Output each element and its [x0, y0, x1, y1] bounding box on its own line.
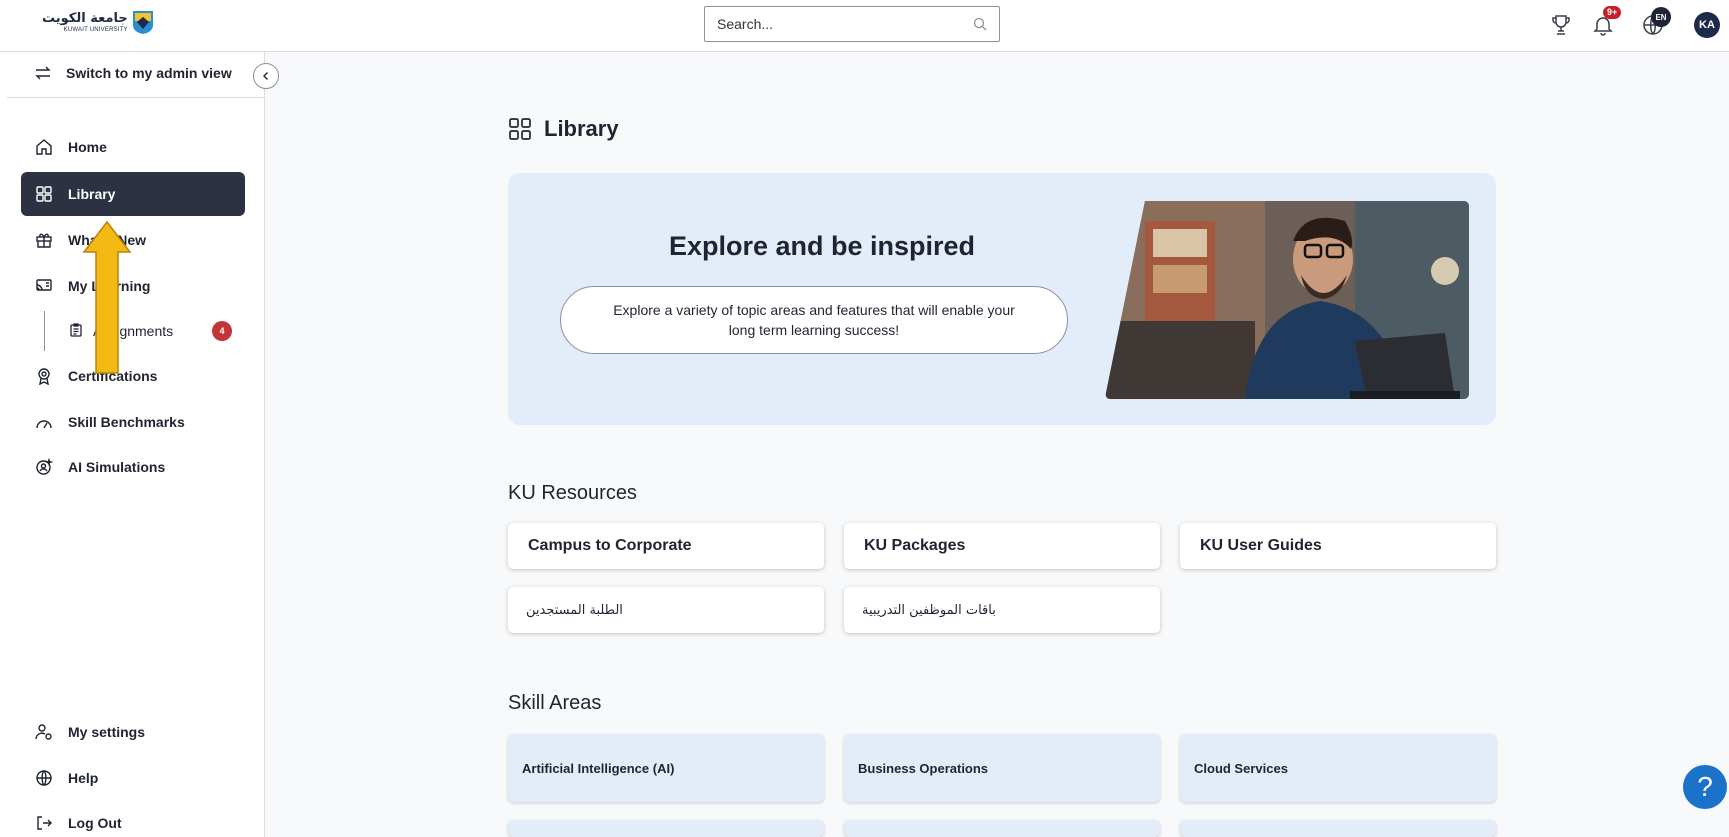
help-globe-icon — [35, 769, 53, 787]
home-icon — [35, 138, 53, 156]
collapse-sidebar-button[interactable] — [253, 63, 279, 89]
sidebar-item-label: Skill Benchmarks — [68, 414, 185, 430]
search-icon[interactable] — [973, 17, 987, 31]
skill-card-artificial-intelligence[interactable]: Artificial Intelligence (AI) — [508, 734, 824, 802]
university-crest-icon — [132, 11, 153, 34]
sidebar-item-home[interactable]: Home — [21, 125, 245, 169]
clipboard-icon — [69, 322, 83, 340]
profile-button[interactable]: KA — [1691, 9, 1723, 41]
card-ku-user-guides[interactable]: KU User Guides — [1180, 523, 1496, 569]
sidebar-item-library[interactable]: Library — [21, 172, 245, 216]
sidebar-item-label: Library — [68, 186, 116, 202]
hero-photo-man-with-laptop — [1105, 201, 1469, 399]
logo-english-text: KUWAIT UNIVERSITY — [63, 26, 128, 33]
university-logo[interactable]: جامعة الكويت KUWAIT UNIVERSITY — [42, 9, 154, 35]
skill-card-cloud-services[interactable]: Cloud Services — [1180, 734, 1496, 802]
language-badge: EN — [1651, 7, 1671, 27]
card-new-students[interactable]: الطلبة المستجدين — [508, 587, 824, 633]
swap-arrows-icon — [35, 66, 51, 80]
card-ku-packages[interactable]: KU Packages — [844, 523, 1160, 569]
sidebar-item-my-learning[interactable]: My Learning — [21, 264, 245, 308]
question-mark-icon: ? — [1697, 771, 1713, 802]
hero-banner: Explore and be inspired Explore a variet… — [508, 173, 1496, 425]
skill-card-business-operations[interactable]: Business Operations — [844, 734, 1160, 802]
ku-resources-title: KU Resources — [508, 482, 637, 504]
learning-icon — [35, 277, 53, 295]
avatar: KA — [1694, 12, 1720, 38]
sidebar-divider — [7, 97, 265, 98]
skill-card[interactable] — [844, 820, 1160, 837]
page-title-text: Library — [544, 116, 619, 141]
skill-card[interactable] — [508, 820, 824, 837]
settings-user-icon — [35, 723, 53, 741]
sidebar-item-label: My settings — [68, 724, 146, 740]
search-box[interactable] — [704, 6, 1000, 42]
sidebar-item-label: AI Simulations — [68, 459, 166, 475]
hero-description: Explore a variety of topic areas and fea… — [560, 286, 1068, 354]
sidebar-item-help[interactable]: Help — [21, 756, 245, 800]
notifications-badge: 9+ — [1603, 6, 1622, 19]
sidebar-item-log-out[interactable]: Log Out — [21, 801, 245, 837]
sidebar-item-assignments[interactable]: Assignments 4 — [44, 311, 244, 351]
chevron-left-icon — [263, 72, 268, 80]
sidebar-item-certifications[interactable]: Certifications — [21, 354, 245, 398]
achievements-button[interactable] — [1545, 9, 1577, 41]
help-floating-button[interactable]: ? — [1683, 765, 1727, 809]
trophy-icon — [1552, 15, 1570, 35]
sidebar-item-label: Home — [68, 139, 107, 155]
grid-icon — [509, 118, 531, 140]
sidebar-item-whats-new[interactable]: What's New — [21, 218, 245, 262]
sidebar-item-my-settings[interactable]: My settings — [21, 710, 245, 754]
card-campus-to-corporate[interactable]: Campus to Corporate — [508, 523, 824, 569]
language-button[interactable]: EN — [1637, 7, 1671, 41]
gift-icon — [35, 231, 53, 249]
top-bar: جامعة الكويت KUWAIT UNIVERSITY 9+ EN KA — [0, 0, 1729, 52]
logo-arabic-text: جامعة الكويت — [42, 10, 128, 26]
sidebar-item-ai-simulations[interactable]: AI Simulations — [21, 445, 245, 489]
annotation-arrow-icon — [82, 220, 132, 374]
gauge-icon — [35, 413, 53, 431]
ai-simulation-icon — [35, 458, 53, 476]
card-employee-training-packages[interactable]: باقات الموظفين التدريبية — [844, 587, 1160, 633]
skill-areas-title: Skill Areas — [508, 692, 602, 714]
notifications-button[interactable]: 9+ — [1587, 6, 1622, 41]
assignments-count-badge: 4 — [212, 321, 232, 341]
switch-to-admin-view[interactable]: Switch to my admin view — [34, 64, 232, 82]
sidebar-item-label: Log Out — [68, 815, 122, 831]
logout-icon — [35, 814, 53, 832]
sidebar-item-skill-benchmarks[interactable]: Skill Benchmarks — [21, 400, 245, 444]
sidebar-item-label: Help — [68, 770, 99, 786]
skill-card[interactable] — [1180, 820, 1496, 837]
search-input[interactable] — [717, 16, 973, 32]
page-title: Library — [508, 116, 619, 142]
certification-icon — [35, 367, 53, 385]
grid-icon — [35, 185, 53, 203]
switch-label: Switch to my admin view — [66, 65, 232, 81]
hero-title: Explore and be inspired — [668, 231, 976, 261]
